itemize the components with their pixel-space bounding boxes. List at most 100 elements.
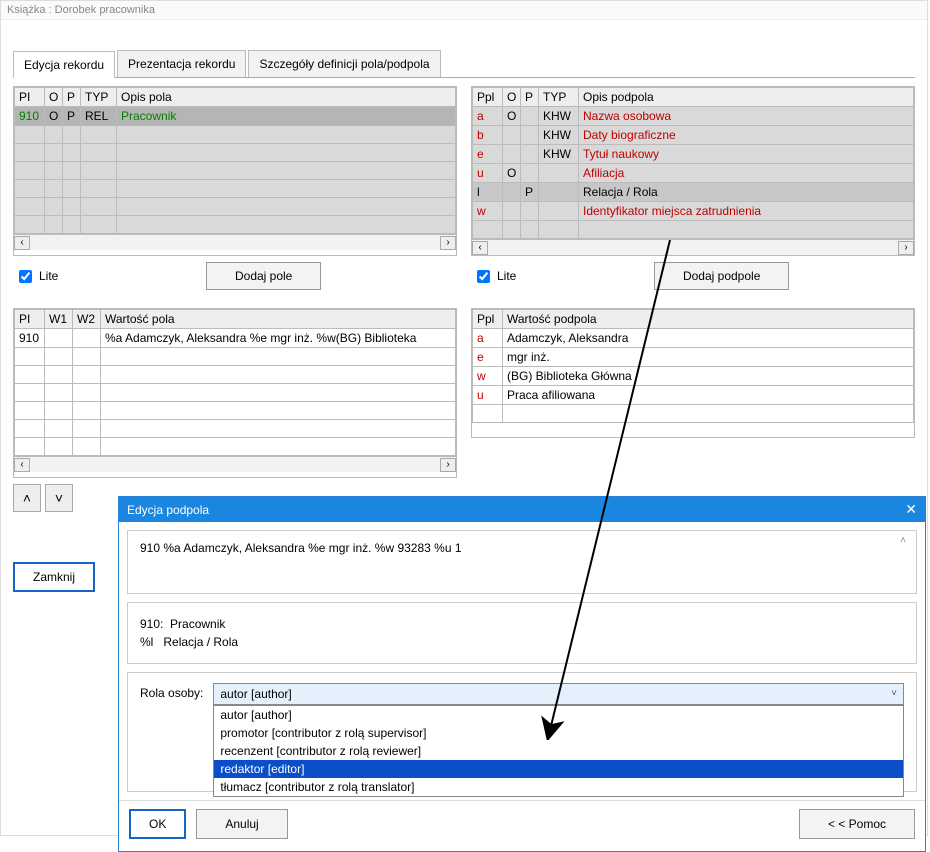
hscrollbar[interactable]: ‹ › xyxy=(14,456,456,472)
cell: Afiliacja xyxy=(579,164,914,183)
cell-val: mgr inż. xyxy=(503,348,914,367)
move-down-button[interactable]: ˅ xyxy=(45,484,73,512)
lite-label: Lite xyxy=(497,269,516,283)
cell-p: P xyxy=(63,107,81,126)
role-dropdown[interactable]: autor [author]promotor [contributor z ro… xyxy=(213,705,904,797)
dropdown-option[interactable]: recenzent [contributor z rolą reviewer] xyxy=(214,742,903,760)
cell-ppl: e xyxy=(473,348,503,367)
table-row[interactable]: emgr inż. xyxy=(473,348,914,367)
subfield-code-label: %l xyxy=(140,635,153,649)
cell xyxy=(503,183,521,202)
table-row[interactable]: eKHWTytuł naukowy xyxy=(473,145,914,164)
role-label: Rola osoby: xyxy=(140,683,203,700)
table-row[interactable]: 910 %a Adamczyk, Aleksandra %e mgr inż. … xyxy=(15,329,456,348)
scroll-right-icon[interactable]: › xyxy=(898,241,914,255)
col-desc: Opis pola xyxy=(117,88,456,107)
field-code-label: 910: xyxy=(140,617,163,631)
table-row[interactable]: aAdamczyk, Aleksandra xyxy=(473,329,914,348)
col-ppl: Ppl xyxy=(473,310,503,329)
col-o: O xyxy=(45,88,63,107)
ok-button[interactable]: OK xyxy=(129,809,186,839)
cell: Tytuł naukowy xyxy=(579,145,914,164)
help-button[interactable]: < < Pomoc xyxy=(799,809,915,839)
table-row[interactable]: w(BG) Biblioteka Główna xyxy=(473,367,914,386)
hscrollbar[interactable]: ‹ › xyxy=(472,239,914,255)
cell-typ: REL xyxy=(81,107,117,126)
cell: O xyxy=(503,164,521,183)
scroll-left-icon[interactable]: ‹ xyxy=(14,236,30,250)
field-code-value: Pracownik xyxy=(170,617,225,631)
col-pi: PI xyxy=(15,310,45,329)
col-typ: TYP xyxy=(81,88,117,107)
cancel-button[interactable]: Anuluj xyxy=(196,809,287,839)
lite-checkbox[interactable]: Lite xyxy=(15,267,58,286)
close-icon[interactable]: ✕ xyxy=(905,501,917,518)
subfield-value-table[interactable]: Ppl Wartość podpola aAdamczyk, Aleksandr… xyxy=(472,309,914,423)
cell xyxy=(521,164,539,183)
subfield-panel: Ppl O P TYP Opis podpola aOKHWNazwa osob… xyxy=(471,86,915,296)
role-combobox[interactable]: ˅ autor [author]promotor [contributor z … xyxy=(213,683,904,705)
cell: Nazwa osobowa xyxy=(579,107,914,126)
field-table[interactable]: PI O P TYP Opis pola 910 O P REL Pracown… xyxy=(14,87,456,234)
raw-value: 910 %a Adamczyk, Aleksandra %e mgr inż. … xyxy=(140,541,904,555)
dropdown-option[interactable]: tłumacz [contributor z rolą translator] xyxy=(214,778,903,796)
cell: a xyxy=(473,107,503,126)
cell-val: %a Adamczyk, Aleksandra %e mgr inż. %w(B… xyxy=(101,329,456,348)
add-subfield-button[interactable]: Dodaj podpole xyxy=(654,262,789,290)
col-o: O xyxy=(503,88,521,107)
scroll-up-icon[interactable]: ˄ xyxy=(900,535,906,546)
scroll-right-icon[interactable]: › xyxy=(440,458,456,472)
cell-o: O xyxy=(45,107,63,126)
move-up-button[interactable]: ˄ xyxy=(13,484,41,512)
field-value-table[interactable]: PI W1 W2 Wartość pola 910 %a Adamczyk, A… xyxy=(14,309,456,456)
tab-edit[interactable]: Edycja rekordu xyxy=(13,51,115,78)
cell xyxy=(503,126,521,145)
cell: KHW xyxy=(539,107,579,126)
table-row[interactable]: uOAfiliacja xyxy=(473,164,914,183)
scroll-left-icon[interactable]: ‹ xyxy=(472,241,488,255)
cell-pi: 910 xyxy=(15,329,45,348)
cell-ppl: u xyxy=(473,386,503,405)
cell: Daty biograficzne xyxy=(579,126,914,145)
cell xyxy=(503,202,521,221)
subfield-table[interactable]: Ppl O P TYP Opis podpola aOKHWNazwa osob… xyxy=(472,87,914,239)
cell xyxy=(503,145,521,164)
dialog-buttons: OK Anuluj < < Pomoc xyxy=(119,800,925,851)
cell xyxy=(521,202,539,221)
cell: l xyxy=(473,183,503,202)
table-row[interactable]: lPRelacja / Rola xyxy=(473,183,914,202)
table-row[interactable]: 910 O P REL Pracownik xyxy=(15,107,456,126)
col-p: P xyxy=(63,88,81,107)
hscrollbar[interactable]: ‹ › xyxy=(14,234,456,250)
table-row[interactable]: aO KHWNazwa osobowa xyxy=(473,107,914,126)
role-input[interactable] xyxy=(213,683,904,705)
lite-checkbox[interactable]: Lite xyxy=(473,267,516,286)
chevron-down-icon[interactable]: ˅ xyxy=(886,685,902,701)
table-row[interactable]: uPraca afiliowana xyxy=(473,386,914,405)
top-row: PI O P TYP Opis pola 910 O P REL Pracown… xyxy=(13,86,915,296)
edit-subfield-dialog: Edycja podpola ✕ ˄ 910 %a Adamczyk, Alek… xyxy=(118,496,926,852)
close-button[interactable]: Zamknij xyxy=(13,562,95,592)
cell: O xyxy=(503,107,521,126)
scroll-right-icon[interactable]: › xyxy=(440,236,456,250)
cell xyxy=(539,164,579,183)
cell: KHW xyxy=(539,126,579,145)
table-row[interactable]: b KHWDaty biograficzne xyxy=(473,126,914,145)
dropdown-option[interactable]: redaktor [editor] xyxy=(214,760,903,778)
add-field-button[interactable]: Dodaj pole xyxy=(206,262,321,290)
cell: b xyxy=(473,126,503,145)
dropdown-option[interactable]: autor [author] xyxy=(214,706,903,724)
cell xyxy=(539,202,579,221)
tab-details[interactable]: Szczegóły definicji pola/podpola xyxy=(248,50,440,77)
table-row[interactable]: wIdentyfikator miejsca zatrudnienia xyxy=(473,202,914,221)
cell-w2 xyxy=(73,329,101,348)
dropdown-option[interactable]: promotor [contributor z rolą supervisor] xyxy=(214,724,903,742)
lite-check-input[interactable] xyxy=(477,270,490,283)
subfield-value-panel: Ppl Wartość podpola aAdamczyk, Aleksandr… xyxy=(471,308,915,512)
scroll-left-icon[interactable]: ‹ xyxy=(14,458,30,472)
cell: Identyfikator miejsca zatrudnienia xyxy=(579,202,914,221)
tab-present[interactable]: Prezentacja rekordu xyxy=(117,50,246,77)
lite-check-input[interactable] xyxy=(19,270,32,283)
cell-val: Adamczyk, Aleksandra xyxy=(503,329,914,348)
bottom-row: PI W1 W2 Wartość pola 910 %a Adamczyk, A… xyxy=(13,308,915,512)
